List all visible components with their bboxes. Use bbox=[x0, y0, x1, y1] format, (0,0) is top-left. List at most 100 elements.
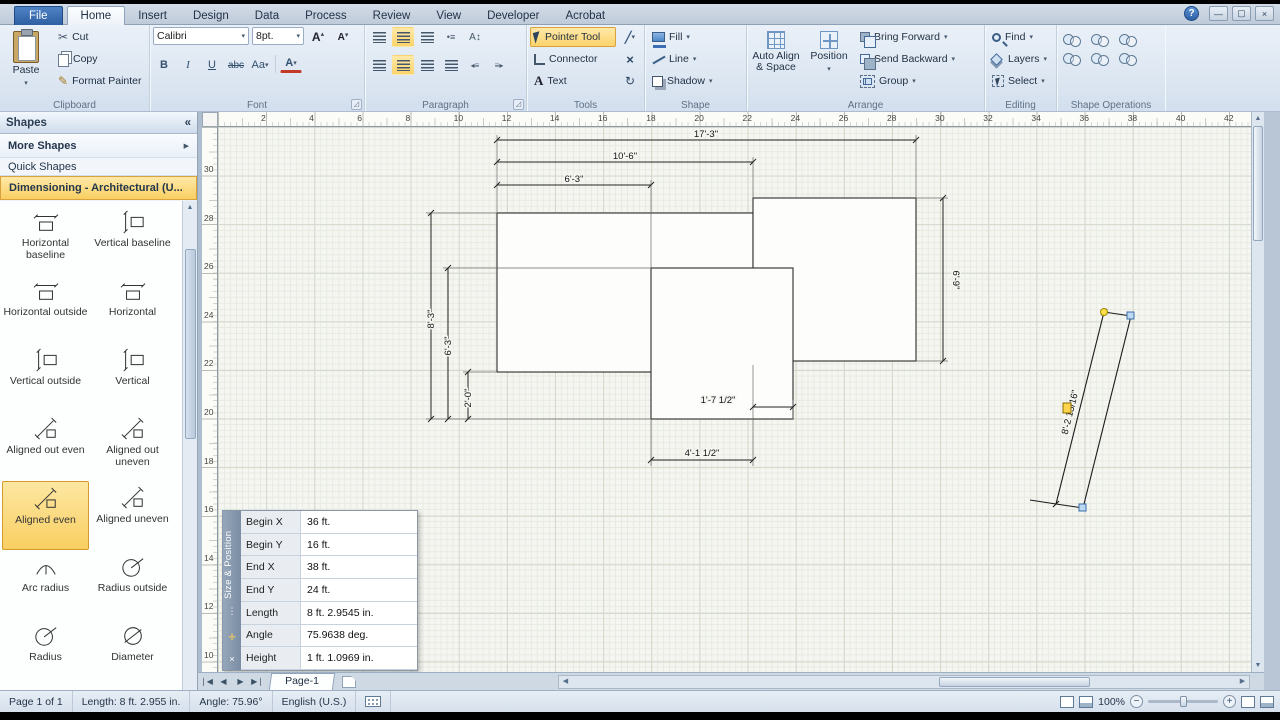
font-size-combo[interactable]: 8pt. ▾ bbox=[252, 27, 304, 45]
increase-indent-button[interactable]: ≡▸ bbox=[488, 55, 510, 75]
grow-font-button[interactable] bbox=[307, 27, 329, 47]
help-icon[interactable]: ? bbox=[1184, 6, 1199, 21]
bring-forward-button[interactable]: Bring Forward ▾ bbox=[856, 27, 959, 48]
stencil-item-vertical-baseline[interactable]: Vertical baseline bbox=[89, 205, 176, 274]
shadow-button[interactable]: Shadow ▾ bbox=[648, 71, 743, 91]
control-handle-icon[interactable] bbox=[1100, 308, 1108, 316]
tab-process[interactable]: Process bbox=[292, 7, 360, 25]
connector-button[interactable]: Connector bbox=[530, 49, 616, 69]
first-page-button[interactable]: ❘◀ bbox=[198, 674, 215, 690]
zoom-level[interactable]: 100% bbox=[1098, 696, 1125, 708]
scroll-right-icon[interactable]: ▶ bbox=[1236, 676, 1249, 688]
tab-home[interactable]: Home bbox=[66, 6, 126, 25]
align-bottom-button[interactable] bbox=[416, 55, 438, 75]
shapes-panel-scroll-thumb[interactable] bbox=[185, 249, 196, 439]
align-middle-button[interactable] bbox=[392, 55, 414, 75]
horizontal-scroll-thumb[interactable] bbox=[938, 677, 1091, 687]
vertical-scrollbar[interactable]: ▲ ▼ bbox=[1251, 112, 1264, 672]
vertical-scroll-thumb[interactable] bbox=[1253, 126, 1263, 241]
last-page-button[interactable]: ▶❘ bbox=[249, 674, 266, 690]
stencil-item-vertical[interactable]: Vertical bbox=[89, 343, 176, 412]
size-position-titlebar[interactable]: Size & Position ⋮ ✛ × bbox=[223, 511, 241, 670]
font-color-button[interactable]: A ▾ bbox=[280, 55, 302, 73]
tab-data[interactable]: Data bbox=[242, 7, 292, 25]
sp-row-value[interactable]: 75.9638 deg. bbox=[301, 624, 417, 647]
align-center-button[interactable] bbox=[392, 27, 414, 47]
quick-shapes-row[interactable]: Quick Shapes bbox=[0, 158, 197, 176]
collapse-panel-icon[interactable]: « bbox=[185, 117, 191, 129]
change-case-button[interactable]: Aa ▾ bbox=[249, 55, 271, 75]
bullets-button[interactable]: •≡ bbox=[440, 27, 462, 47]
page-tab[interactable]: Page-1 bbox=[268, 673, 336, 690]
horizontal-scrollbar[interactable]: ◀ ▶ bbox=[558, 675, 1250, 689]
fill-button[interactable]: Fill ▾ bbox=[648, 27, 743, 48]
shape-operation-icon[interactable] bbox=[1116, 50, 1142, 67]
status-angle[interactable]: Angle: 75.96° bbox=[190, 691, 273, 712]
shape-operation-icon[interactable] bbox=[1116, 31, 1142, 48]
tab-file[interactable]: File bbox=[14, 6, 63, 25]
connection-point-button[interactable] bbox=[619, 49, 641, 69]
selected-aligned-dimension[interactable] bbox=[1029, 308, 1132, 509]
stencil-item-arc-radius[interactable]: Arc radius bbox=[2, 550, 89, 619]
scroll-up-icon[interactable]: ▲ bbox=[1252, 112, 1264, 125]
decrease-indent-button[interactable]: ◂≡ bbox=[464, 55, 486, 75]
macro-record-button[interactable] bbox=[356, 691, 392, 712]
justify-button[interactable] bbox=[440, 55, 462, 75]
stencil-item-horizontal-outside[interactable]: Horizontal outside bbox=[2, 274, 89, 343]
minimize-button[interactable]: — bbox=[1209, 6, 1228, 21]
send-backward-button[interactable]: Send Backward ▾ bbox=[856, 49, 959, 70]
scroll-up-icon[interactable]: ▲ bbox=[183, 201, 197, 215]
underline-button[interactable]: U bbox=[201, 55, 223, 75]
pointer-tool-button[interactable]: Pointer Tool bbox=[530, 27, 616, 47]
stencil-item-radius[interactable]: Radius bbox=[2, 619, 89, 688]
copy-button[interactable]: Copy bbox=[54, 49, 146, 69]
next-page-button[interactable]: ▶ bbox=[232, 674, 249, 690]
more-shapes-row[interactable]: More Shapes ▶ bbox=[0, 134, 197, 158]
scroll-down-icon[interactable]: ▼ bbox=[1252, 659, 1264, 672]
auto-align-button[interactable]: Auto Align & Space bbox=[750, 27, 802, 95]
stencil-item-aligned-out-even[interactable]: Aligned out even bbox=[2, 412, 89, 481]
tab-insert[interactable]: Insert bbox=[125, 7, 180, 25]
line-tool-button[interactable]: ▾ bbox=[619, 27, 641, 47]
tab-review[interactable]: Review bbox=[360, 7, 424, 25]
group-button[interactable]: Group ▾ bbox=[856, 71, 959, 91]
stencil-item-horizontal[interactable]: Horizontal bbox=[89, 274, 176, 343]
tab-view[interactable]: View bbox=[423, 7, 474, 25]
stencil-item-vertical-outside[interactable]: Vertical outside bbox=[2, 343, 89, 412]
strikethrough-button[interactable]: abc bbox=[225, 55, 247, 75]
sp-row-value[interactable]: 36 ft. bbox=[301, 511, 417, 533]
sp-row-value[interactable]: 38 ft. bbox=[301, 556, 417, 579]
stencil-item-aligned-uneven[interactable]: Aligned uneven bbox=[89, 481, 176, 550]
tab-design[interactable]: Design bbox=[180, 7, 242, 25]
whole-page-icon[interactable] bbox=[1260, 695, 1274, 708]
previous-page-button[interactable]: ◀ bbox=[215, 674, 232, 690]
stencil-item-aligned-out-uneven[interactable]: Aligned out uneven bbox=[89, 412, 176, 481]
overflow-dots-icon[interactable]: ⋮ bbox=[225, 604, 239, 618]
zoom-in-icon[interactable]: + bbox=[1223, 695, 1236, 708]
paste-button[interactable]: Paste ▾ bbox=[3, 27, 49, 95]
shrink-font-button[interactable] bbox=[332, 27, 354, 47]
position-button[interactable]: Position ▾ bbox=[806, 27, 852, 95]
align-top-button[interactable] bbox=[368, 55, 390, 75]
sp-row-value[interactable]: 16 ft. bbox=[301, 533, 417, 556]
stencil-tab-dimensioning[interactable]: Dimensioning - Architectural (U... bbox=[0, 176, 197, 200]
fit-page-icon[interactable] bbox=[1241, 695, 1255, 708]
zoom-slider[interactable] bbox=[1148, 696, 1218, 707]
rotate-text-button[interactable] bbox=[619, 71, 641, 91]
align-left-button[interactable] bbox=[368, 27, 390, 47]
shapes-panel-scrollbar[interactable]: ▲ bbox=[182, 201, 197, 690]
text-direction-button[interactable]: A↕ bbox=[464, 27, 486, 47]
italic-button[interactable]: I bbox=[177, 55, 199, 75]
sp-row-value[interactable]: 1 ft. 1.0969 in. bbox=[301, 647, 417, 670]
text-tool-button[interactable]: Text bbox=[530, 71, 616, 91]
normal-view-icon[interactable] bbox=[1060, 695, 1075, 708]
layers-button[interactable]: Layers ▾ bbox=[988, 49, 1053, 69]
scroll-left-icon[interactable]: ◀ bbox=[559, 676, 572, 688]
zoom-out-icon[interactable]: − bbox=[1130, 695, 1143, 708]
cut-button[interactable]: Cut bbox=[54, 27, 146, 47]
anchor-icon[interactable]: ✛ bbox=[225, 630, 239, 644]
zoom-slider-handle[interactable] bbox=[1180, 696, 1187, 707]
shape-operation-icon[interactable] bbox=[1088, 31, 1114, 48]
tab-developer[interactable]: Developer bbox=[474, 7, 552, 25]
maximize-button[interactable]: ▢ bbox=[1232, 6, 1251, 21]
